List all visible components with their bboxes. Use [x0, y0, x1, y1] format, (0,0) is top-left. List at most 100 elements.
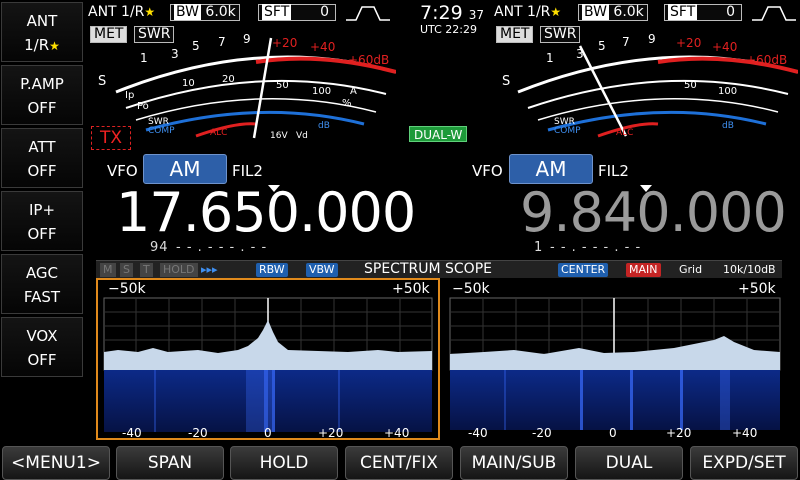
ant-button[interactable]: ANT 1/R★ [1, 2, 83, 62]
s-scale-5: 5 [192, 39, 200, 53]
vbw-button[interactable]: VBW [306, 263, 338, 277]
po-scale-100: 100 [312, 86, 332, 97]
sub-sft-chip[interactable]: SFT 0 [664, 4, 742, 21]
main-mode-button[interactable]: AM [143, 154, 227, 184]
clock-time: 7:29 37 [420, 2, 484, 24]
function-key-bar: <MENU1> SPAN HOLD CENT/FIX MAIN/SUB DUAL… [0, 444, 800, 480]
main-spectrum-scope[interactable]: −50k +50k -40 -20 0 +20 +40 [96, 278, 440, 440]
main-scope-tick: -40 [122, 426, 142, 440]
main-scope-tick: +20 [318, 426, 344, 440]
main-scope-graph [103, 297, 433, 432]
sub-s-scale-7: 7 [622, 35, 630, 49]
po-scale-50: 50 [276, 80, 289, 91]
cent-fix-button[interactable]: CENT/FIX [345, 446, 453, 480]
sub-s-scale-40: +40 [712, 40, 738, 54]
main-bw-chip[interactable]: BW 6.0k [170, 4, 240, 21]
main-frequency[interactable]: 17.650.000 [116, 186, 416, 240]
sub-scope-tick: +40 [732, 426, 758, 440]
ip-label: Ip [125, 90, 135, 101]
utc-time: UTC 22:29 [420, 23, 478, 36]
s-scale-7: 7 [218, 35, 226, 49]
sub-scope-tick: -20 [532, 426, 552, 440]
main-vfo-label: VFO [107, 162, 138, 180]
star-icon: ★ [49, 39, 60, 53]
dual-watch-indicator: DUAL-W [409, 126, 468, 142]
att-value: OFF [27, 162, 57, 180]
sub-frequency[interactable]: 9.840.000 [520, 186, 787, 240]
att-button[interactable]: ATT OFF [1, 128, 83, 188]
sub-mode-button[interactable]: AM [509, 154, 593, 184]
pct-label: % [342, 98, 352, 109]
tx-indicator: TX [91, 126, 131, 150]
sft-label: SFT [262, 4, 292, 20]
sidebar: ANT 1/R★ P.AMP OFF ATT OFF IP+ OFF AGC F… [0, 0, 84, 442]
agc-button[interactable]: AGC FAST [1, 254, 83, 314]
star-icon: ★ [550, 5, 562, 19]
sub-scope-right-label: +50k [738, 281, 776, 297]
comp-label: COMP [148, 126, 175, 136]
rbw-button[interactable]: RBW [256, 263, 288, 277]
pamp-button[interactable]: P.AMP OFF [1, 65, 83, 125]
main-ant-indicator: ANT 1/R★ [88, 4, 156, 20]
sub-bw-chip[interactable]: BW 6.0k [578, 4, 648, 21]
sub-s-scale-3: 3 [576, 47, 584, 61]
agc-label: AGC [25, 264, 59, 282]
sub-s-scale-9: 9 [648, 32, 656, 46]
scope-m-button[interactable]: M [100, 263, 116, 277]
meter-s-label: S [98, 74, 107, 89]
bw-value: 6.0k [613, 4, 644, 20]
main-sub-button[interactable]: MAIN/SUB [460, 446, 568, 480]
pamp-label: P.AMP [20, 75, 64, 93]
sub-db-label: dB [722, 121, 734, 131]
sub-scope-left-label: −50k [452, 281, 490, 297]
sub-memo-dashes: - - . - - - . - - [550, 240, 642, 255]
main-memo-dashes: - - . - - - . - - [176, 240, 268, 255]
po-scale-10: 10 [182, 78, 195, 89]
expd-set-button[interactable]: EXPD/SET [690, 446, 798, 480]
ipplus-label: IP+ [28, 201, 56, 219]
sub-s-scale-5: 5 [598, 39, 606, 53]
hold-button[interactable]: HOLD [230, 446, 338, 480]
main-scope-button[interactable]: MAIN [626, 263, 661, 277]
sub-po-scale-100: 100 [718, 86, 738, 97]
s-scale-60: +60dB [348, 53, 390, 67]
grid-scale-value: 10k/10dB [723, 263, 776, 276]
ant-label: ANT [26, 12, 58, 30]
ant-value: 1/R★ [24, 36, 60, 54]
main-filter-label[interactable]: FIL2 [232, 162, 263, 180]
db-label: dB [318, 121, 330, 131]
bw-label: BW [174, 4, 201, 20]
sub-spectrum-scope[interactable]: −50k +50k -40 -20 0 +20 +40 [444, 278, 784, 440]
sub-comp-label: COMP [554, 126, 581, 136]
agc-value: FAST [23, 288, 61, 306]
dual-button[interactable]: DUAL [575, 446, 683, 480]
menu1-button[interactable]: <MENU1> [2, 446, 110, 480]
span-button[interactable]: SPAN [116, 446, 224, 480]
ipplus-value: OFF [27, 225, 57, 243]
po-scale-20: 20 [222, 74, 235, 85]
sub-filter-label[interactable]: FIL2 [598, 162, 629, 180]
sft-label: SFT [668, 4, 698, 20]
vox-label: VOX [26, 327, 58, 345]
s-scale-3: 3 [171, 47, 179, 61]
scope-s-button[interactable]: S [120, 263, 133, 277]
sft-value: 0 [320, 4, 329, 20]
sub-s-scale-60: +60dB [746, 53, 788, 67]
sub-po-scale-50: 50 [684, 80, 697, 91]
sub-scope-tick: +20 [666, 426, 692, 440]
ipplus-button[interactable]: IP+ OFF [1, 191, 83, 251]
vox-button[interactable]: VOX OFF [1, 317, 83, 377]
main-scope-tick: +40 [384, 426, 410, 440]
s-scale-40: +40 [310, 40, 336, 54]
star-icon: ★ [144, 5, 156, 19]
sft-value: 0 [726, 4, 735, 20]
grid-label: Grid [679, 263, 703, 276]
main-scope-tick: -20 [188, 426, 208, 440]
alc-label: ALC [210, 128, 228, 138]
center-mode-button[interactable]: CENTER [558, 263, 609, 277]
scope-t-button[interactable]: T [140, 263, 153, 277]
bw-label: BW [582, 4, 609, 20]
main-sft-chip[interactable]: SFT 0 [258, 4, 336, 21]
speed-arrows-icon: ▸▸▸ [201, 263, 218, 276]
filter-shape-icon [752, 6, 796, 21]
